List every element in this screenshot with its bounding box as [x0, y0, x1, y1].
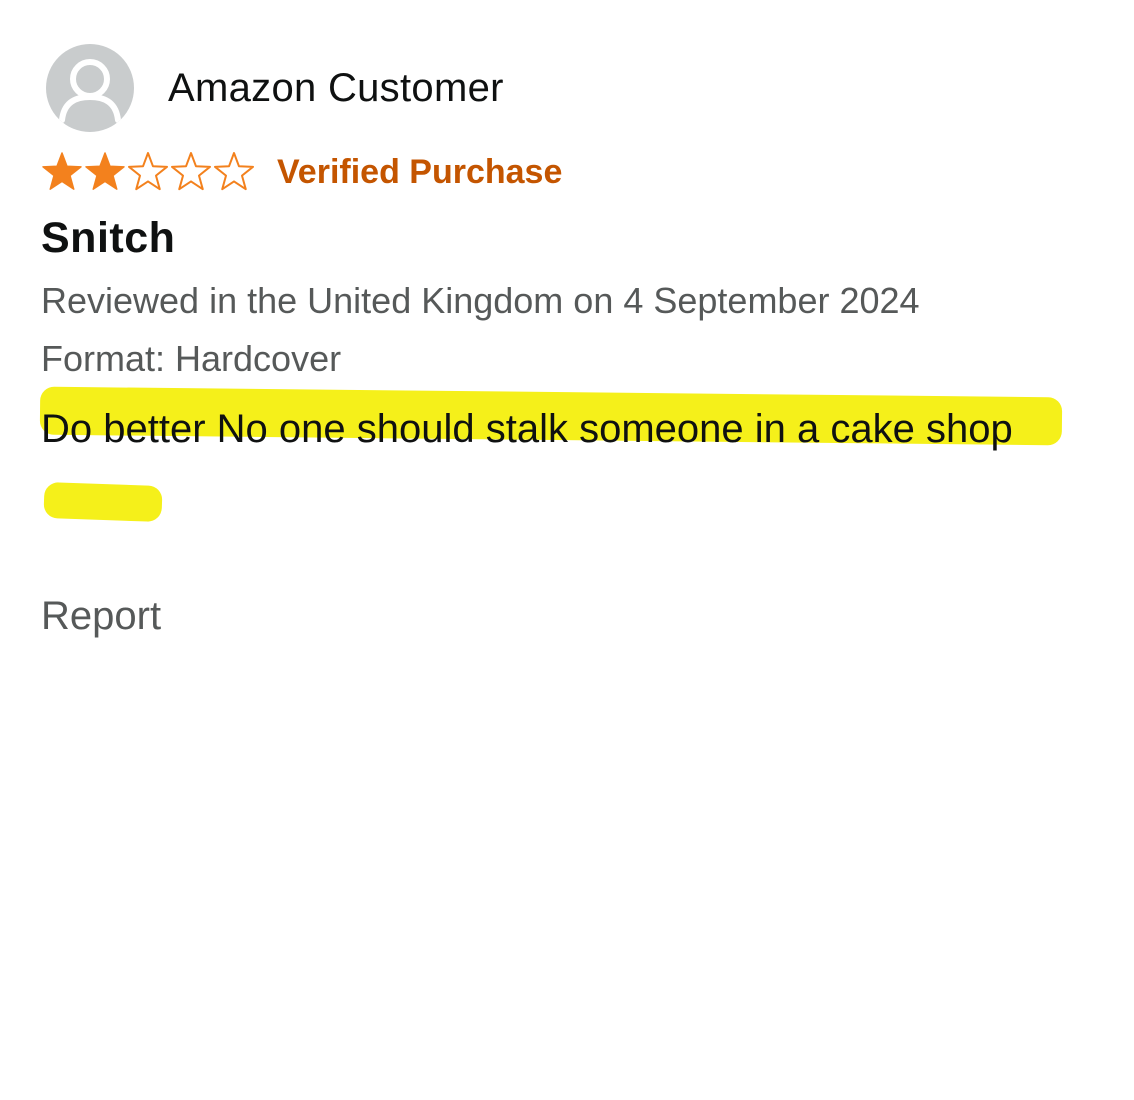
review-card: Amazon Customer Verified Purchase Snitch… — [0, 0, 1134, 1100]
review-format[interactable]: Format: Hardcover — [41, 338, 341, 380]
review-date: Reviewed in the United Kingdom on 4 Sept… — [41, 280, 920, 321]
highlight-mark — [43, 481, 163, 523]
star-outline-icon — [127, 152, 169, 191]
star-outline-icon — [213, 152, 255, 191]
star-filled-icon — [42, 152, 82, 190]
review-body: Do better No one should stalk someone in… — [41, 407, 1013, 451]
reviewer-name: Amazon Customer — [168, 65, 504, 110]
verified-purchase-badge: Verified Purchase — [277, 152, 563, 191]
user-silhouette-icon — [59, 59, 121, 123]
rating-row: Verified Purchase — [40, 150, 562, 194]
review-title[interactable]: Snitch — [41, 214, 175, 263]
report-link[interactable]: Report — [41, 594, 161, 639]
reviewer-profile[interactable]: Amazon Customer — [46, 44, 504, 132]
star-rating[interactable] — [40, 150, 255, 194]
avatar — [46, 44, 134, 132]
star-outline-icon — [170, 152, 212, 191]
star-filled-icon — [85, 152, 125, 190]
